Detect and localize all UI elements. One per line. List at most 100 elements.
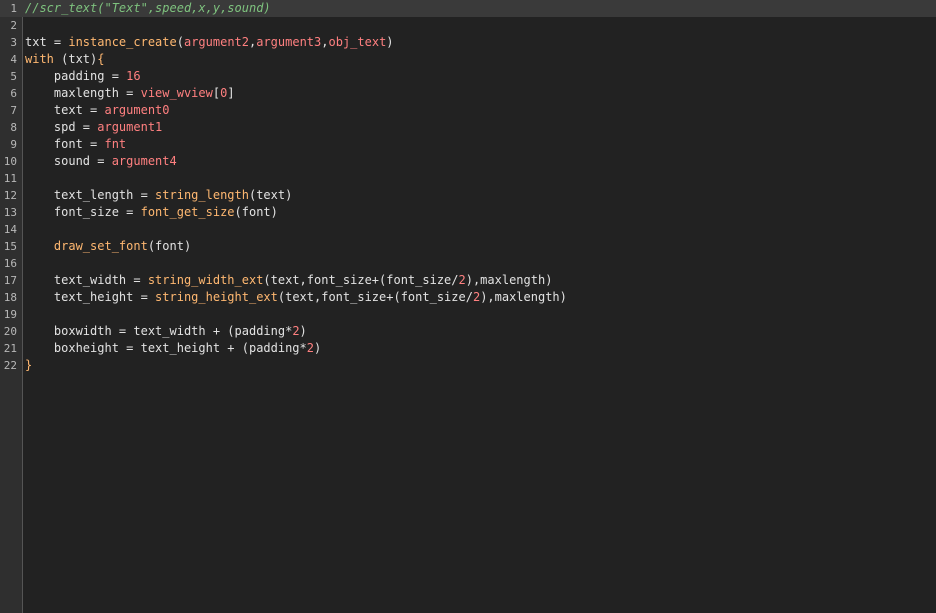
line-code: with (txt){ [25,51,105,68]
code-token-builtin: view_wview [140,86,213,100]
code-token-func: instance_create [68,35,177,49]
line-number: 6 [10,87,17,100]
code-line[interactable]: 19 [0,306,936,323]
code-token-arg: argument4 [111,154,177,168]
code-token-comment: //scr_text("Text",speed,x,y,sound) [25,1,271,15]
code-token-arg: argument2 [183,35,249,49]
line-number: 15 [3,240,17,253]
code-token-plain: boxheight = text_height + (padding* [25,341,307,355]
line-number: 3 [10,36,17,49]
line-number: 16 [3,257,17,270]
code-line[interactable]: 2 [0,17,936,34]
code-line[interactable]: 15 draw_set_font(font) [0,238,936,255]
code-token-punct: ) [386,35,394,49]
code-line[interactable]: 4 with (txt){ [0,51,936,68]
code-token-num: 2 [458,273,466,287]
code-token-punct: [ [212,86,221,100]
line-number: 10 [3,155,17,168]
code-token-plain: (font) [147,239,192,253]
code-token-plain: text_length = [25,188,156,202]
code-token-plain: text_height = [25,290,156,304]
line-number: 9 [10,138,17,151]
code-token-num: 2 [292,324,300,338]
code-token-plain: font_size = [25,205,141,219]
line-code: txt = instance_create(argument2,argument… [25,34,394,51]
code-token-plain: (text,font_size+(font_size/ [277,290,473,304]
code-token-func: string_width_ext [147,273,264,287]
code-line[interactable]: 1 //scr_text("Text",speed,x,y,sound) [0,0,936,17]
code-token-plain: (text) [248,188,293,202]
code-token-func: string_height_ext [155,290,278,304]
line-number: 11 [3,172,17,185]
code-line[interactable]: 21 boxheight = text_height + (padding*2) [0,340,936,357]
code-line[interactable]: 11 [0,170,936,187]
line-code: draw_set_font(font) [25,238,191,255]
code-token-plain: text = [25,103,105,117]
line-number: 13 [3,206,17,219]
code-line[interactable]: 12 text_length = string_length(text) [0,187,936,204]
line-number: 18 [3,291,17,304]
code-token-func: font_get_size [140,205,235,219]
code-token-num: 2 [306,341,314,355]
code-token-plain: ),maxlength) [480,290,567,304]
code-line[interactable]: 14 [0,221,936,238]
line-number: 19 [3,308,17,321]
code-token-arg: fnt [104,137,127,151]
line-code: text_height = string_height_ext(text,fon… [25,289,567,306]
line-number: 21 [3,342,17,355]
code-token-plain: (text,font_size+(font_size/ [263,273,459,287]
code-token-keyword: with [25,52,54,66]
code-token-plain: text_width = [25,273,148,287]
line-code: text = argument0 [25,102,170,119]
line-code: text_length = string_length(text) [25,187,292,204]
code-line[interactable]: 5 padding = 16 [0,68,936,85]
line-number: 1 [10,2,17,15]
line-code: //scr_text("Text",speed,x,y,sound) [25,0,271,17]
code-token-plain: sound = [25,154,112,168]
code-line[interactable]: 9 font = fnt [0,136,936,153]
code-token-arg: argument1 [97,120,163,134]
code-line[interactable]: 7 text = argument0 [0,102,936,119]
code-token-punct: ( [176,35,184,49]
line-number: 5 [10,70,17,83]
code-token-plain: (font) [234,205,278,219]
line-code: maxlength = view_wview[0] [25,85,235,102]
code-token-plain: maxlength = [25,86,141,100]
code-line[interactable]: 10 sound = argument4 [0,153,936,170]
line-code: padding = 16 [25,68,141,85]
code-token-arg: argument0 [104,103,170,117]
code-lines[interactable]: 1 //scr_text("Text",speed,x,y,sound) 2 3 txt… [0,0,936,374]
code-line[interactable]: 6 maxlength = view_wview[0] [0,85,936,102]
code-token-punct: ] [227,86,235,100]
code-token-plain: ),maxlength) [465,273,553,287]
code-token-plain: padding = [25,69,127,83]
line-number: 14 [3,223,17,236]
code-line[interactable]: 8 spd = argument1 [0,119,936,136]
code-token-num: 16 [126,69,141,83]
code-token-arg: argument3 [256,35,322,49]
code-line[interactable]: 3 txt = instance_create(argument2,argumen… [0,34,936,51]
code-line[interactable]: 17 text_width = string_width_ext(text,fo… [0,272,936,289]
line-code: text_width = string_width_ext(text,font_… [25,272,553,289]
code-editor[interactable]: 1 //scr_text("Text",speed,x,y,sound) 2 3 txt… [0,0,936,613]
line-code: sound = argument4 [25,153,177,170]
code-token-plain: boxwidth = text_width + (padding* [25,324,293,338]
code-line[interactable]: 22} [0,357,936,374]
line-code: boxheight = text_height + (padding*2) [25,340,321,357]
code-token-plain: font = [25,137,105,151]
line-number: 7 [10,104,17,117]
code-token-arg: obj_text [328,35,387,49]
code-line[interactable]: 20 boxwidth = text_width + (padding*2) [0,323,936,340]
code-token-brace: } [25,358,33,372]
code-token-brace: { [97,52,105,66]
code-token-func: string_length [155,188,249,202]
code-line[interactable]: 16 [0,255,936,272]
code-line[interactable]: 13 font_size = font_get_size(font) [0,204,936,221]
line-number: 20 [3,325,17,338]
code-line[interactable]: 18 text_height = string_height_ext(text,… [0,289,936,306]
line-code: } [25,357,32,374]
line-code: spd = argument1 [25,119,162,136]
code-token-plain: txt = [25,35,69,49]
code-token-plain: ) [299,324,307,338]
code-token-plain: ) [314,341,322,355]
